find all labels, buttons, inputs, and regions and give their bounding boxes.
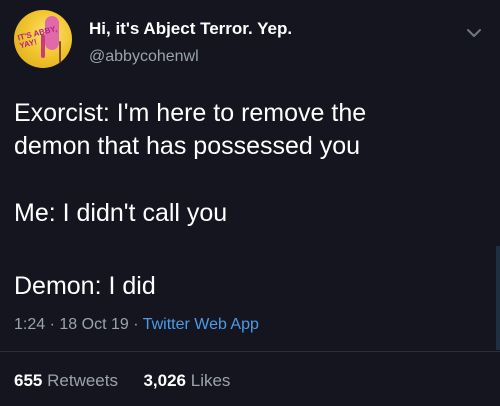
tweet-time[interactable]: 1:24: [14, 316, 45, 333]
meta-separator: ·: [133, 316, 143, 333]
retweet-count[interactable]: 655: [14, 371, 42, 390]
meta-separator: ·: [49, 316, 60, 333]
tweet-card: IT'S ABBY, YAY! Hi, it's Abject Terror. …: [0, 0, 500, 406]
tweet-text-line-2: Me: I didn't call you: [14, 199, 228, 227]
avatar[interactable]: IT'S ABBY, YAY!: [14, 10, 72, 68]
divider: [0, 351, 500, 352]
like-count[interactable]: 3,026: [143, 371, 186, 390]
tweet-text-line-3: Demon: I did: [14, 272, 156, 300]
retweets-label[interactable]: Retweets: [47, 371, 118, 390]
tweet-date[interactable]: 18 Oct 19: [59, 316, 128, 333]
chevron-down-icon[interactable]: [466, 26, 482, 38]
tweet-text-line-1: Exorcist: I'm here to remove the demon t…: [14, 99, 367, 160]
user-handle[interactable]: @abbycohenwl: [89, 48, 199, 66]
tweet-source[interactable]: Twitter Web App: [143, 316, 259, 333]
tweet-meta: 1:24 · 18 Oct 19 · Twitter Web App: [14, 316, 259, 334]
tweet-stats: 655 Retweets 3,026 Likes: [14, 371, 230, 391]
display-name[interactable]: Hi, it's Abject Terror. Yep.: [89, 19, 292, 39]
likes-label[interactable]: Likes: [191, 371, 231, 390]
scrollbar[interactable]: [496, 246, 500, 350]
avatar-text: IT'S ABBY, YAY!: [16, 24, 58, 51]
